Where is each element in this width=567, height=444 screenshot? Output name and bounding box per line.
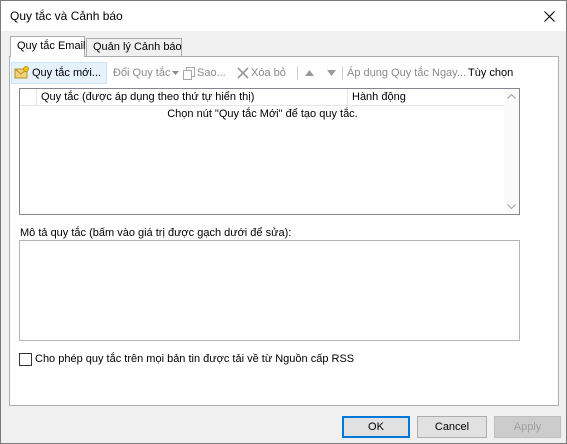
rules-and-alerts-dialog: Quy tắc và Cảnh báo Quy tắc Email Quản l… (0, 0, 567, 444)
change-rule-button[interactable]: Đổi Quy tắc (113, 62, 180, 84)
rules-list-scrollbar[interactable] (504, 89, 519, 214)
chevron-down-icon (507, 204, 516, 209)
new-rule-label: Quy tắc mới... (32, 67, 101, 79)
move-down-button[interactable] (327, 62, 336, 84)
move-down-icon (327, 70, 336, 76)
column-header-actions[interactable]: Hành động (348, 89, 505, 106)
rules-list[interactable]: Quy tắc (được áp dụng theo thứ tự hiển t… (19, 88, 520, 215)
scroll-up-arrow[interactable] (507, 92, 516, 101)
close-button[interactable] (532, 1, 566, 31)
title-bar: Quy tắc và Cảnh báo (1, 1, 566, 31)
rss-rules-option[interactable]: Cho phép quy tắc trên mọi bản tin được t… (19, 352, 354, 366)
copy-rule-label: Sao... (197, 67, 226, 79)
rule-description-label: Mô tả quy tắc (bấm vào giá trị được gạch… (20, 227, 292, 239)
tab-email-rules[interactable]: Quy tắc Email (10, 36, 85, 57)
rule-description-box[interactable] (19, 240, 520, 341)
apply-rules-now-label: Áp dụng Quy tắc Ngay... (347, 67, 467, 79)
chevron-up-icon (507, 94, 516, 99)
options-label: Tùy chọn (468, 67, 514, 79)
scroll-down-arrow[interactable] (507, 202, 516, 211)
rss-rules-checkbox[interactable] (19, 352, 32, 366)
move-up-icon (305, 70, 314, 76)
copy-icon (183, 66, 195, 80)
close-icon (543, 10, 555, 22)
rss-rules-label[interactable]: Cho phép quy tắc trên mọi bản tin được t… (35, 353, 354, 365)
rules-toolbar: Quy tắc mới... Đổi Quy tắc Sao... Xóa bỏ… (11, 62, 521, 84)
apply-button[interactable]: Apply (494, 416, 561, 438)
toolbar-separator (342, 66, 343, 80)
new-rule-button[interactable]: Quy tắc mới... (11, 62, 107, 84)
options-button[interactable]: Tùy chọn (468, 62, 513, 84)
ok-button[interactable]: OK (342, 416, 410, 438)
copy-rule-button[interactable]: Sao... (183, 62, 226, 84)
delete-rule-label: Xóa bỏ (251, 67, 286, 79)
window-title: Quy tắc và Cảnh báo (10, 9, 123, 23)
delete-rule-button[interactable]: Xóa bỏ (237, 62, 286, 84)
tab-manage-alerts[interactable]: Quản lý Cảnh báo (86, 38, 182, 56)
new-rule-icon (14, 66, 30, 80)
move-up-button[interactable] (305, 62, 314, 84)
empty-list-message: Chọn nút "Quy tắc Mới" để tạo quy tắc. (167, 108, 358, 120)
column-header-rule[interactable]: Quy tắc (được áp dụng theo thứ tự hiển t… (36, 89, 348, 106)
cancel-button[interactable]: Cancel (417, 416, 487, 438)
delete-icon (237, 67, 249, 79)
change-rule-label: Đổi Quy tắc (113, 67, 171, 79)
dropdown-arrow-icon (172, 71, 180, 75)
toolbar-separator (297, 66, 298, 80)
apply-rules-now-button[interactable]: Áp dụng Quy tắc Ngay... (347, 62, 466, 84)
rules-list-header: Quy tắc (được áp dụng theo thứ tự hiển t… (20, 89, 505, 106)
